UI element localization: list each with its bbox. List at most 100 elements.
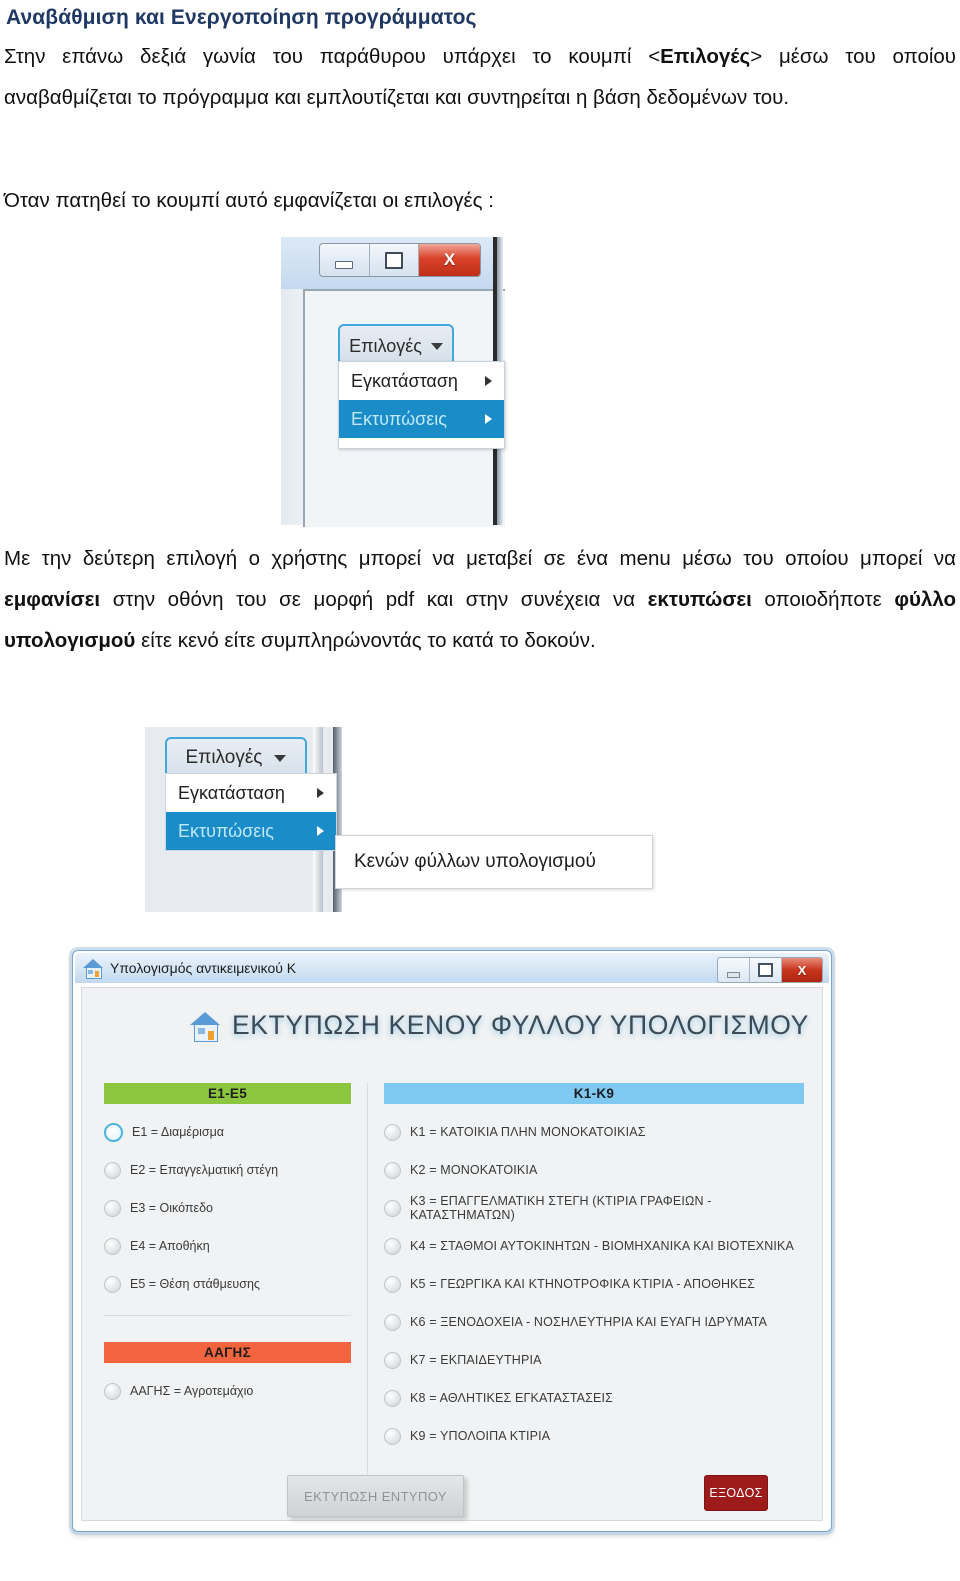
paragraph-3-text-d: είτε κενό είτε συμπληρώνοντάς το κατά το… [135, 629, 596, 652]
screenshot-options-menu: X Επιλογές Εγκατάσταση Εκτυπώσεις [281, 237, 505, 527]
radio-icon[interactable] [104, 1275, 121, 1293]
radio-option-k5[interactable]: Κ5 = ΓΕΩΡΓΙΚΑ ΚΑΙ ΚΤΗΝΟΤΡΟΦΙΚΑ ΚΤΙΡΙΑ - … [384, 1265, 814, 1303]
radio-icon[interactable] [384, 1351, 401, 1369]
menu-item-label: Εκτυπώσεις [351, 408, 447, 429]
page-title: Αναβάθμιση και Ενεργοποίηση προγράμματος [6, 6, 477, 29]
radio-option-e5[interactable]: Ε5 = Θέση στάθμευσης [104, 1265, 359, 1303]
radio-label: Κ6 = ΞΕΝΟΔΟΧΕΙΑ - ΝΟΣΗΛΕΥΤΗΡΙΑ ΚΑΙ ΕΥΑΓΗ… [410, 1315, 768, 1329]
radio-icon[interactable] [384, 1199, 401, 1217]
minimize-icon[interactable] [718, 958, 750, 982]
radio-label: Κ3 = ΕΠΑΓΓΕΛΜΑΤΙΚΗ ΣΤΕΓΗ (ΚΤΙΡΙΑ ΓΡΑΦΕΙΩ… [410, 1194, 712, 1222]
chevron-right-icon [317, 826, 324, 836]
submenu-item-kenon-fyllon[interactable]: Κενών φύλλων υπολογισμού [335, 835, 653, 889]
radio-label: Ε3 = Οικόπεδο [130, 1201, 214, 1215]
left-panel-options: Ε1 = Διαμέρισμα Ε2 = Επαγγελματική στέγη… [104, 1113, 359, 1303]
paragraph-3-text-b: στην οθόνη του σε μορφή pdf και στην συν… [100, 588, 648, 611]
menu-item-label: Εγκατάσταση [178, 782, 285, 803]
radio-label: Κ5 = ΓΕΩΡΓΙΚΑ ΚΑΙ ΚΤΗΝΟΤΡΟΦΙΚΑ ΚΤΙΡΙΑ - … [410, 1277, 755, 1291]
menu-item-label: Εκτυπώσεις [178, 820, 274, 841]
radio-icon[interactable] [384, 1123, 401, 1141]
radio-label: Ε2 = Επαγγελματική στέγη [130, 1163, 279, 1177]
application-window: Υπολογισμός αντικειμενικού Κ X ΕΚΤΥΠΩΣΗ … [72, 950, 832, 1532]
column-divider [367, 1083, 368, 1503]
exit-button[interactable]: ΕΞΟΔΟΣ [704, 1475, 768, 1511]
menu-item-egkatastasi-2[interactable]: Εγκατάσταση [166, 774, 336, 812]
maximize-icon[interactable] [750, 958, 782, 982]
radio-option-e4[interactable]: Ε4 = Αποθήκη [104, 1227, 359, 1265]
radio-icon[interactable] [104, 1237, 121, 1255]
paragraph-1: Στην επάνω δεξιά γωνία του παράθυρου υπά… [4, 36, 956, 118]
menu-item-ektyposeis-2[interactable]: Εκτυπώσεις [166, 812, 336, 850]
chevron-right-icon [485, 414, 492, 424]
house-icon [83, 959, 103, 979]
paragraph-3-bold-2: εκτυπώσει [647, 588, 752, 611]
radio-icon[interactable] [384, 1237, 401, 1255]
radio-option-k6[interactable]: Κ6 = ΞΕΝΟΔΟΧΕΙΑ - ΝΟΣΗΛΕΥΤΗΡΙΑ ΚΑΙ ΕΥΑΓΗ… [384, 1303, 814, 1341]
radio-icon[interactable] [104, 1199, 121, 1217]
paragraph-3: Με την δεύτερη επιλογή ο χρήστης μπορεί … [4, 538, 956, 661]
radio-label: ΑΑΓΗΣ = Αγροτεμάχιο [130, 1384, 254, 1398]
radio-label: Κ7 = ΕΚΠΑΙΔΕΥΤΗΡΙΑ [410, 1353, 542, 1367]
chevron-right-icon [485, 376, 492, 386]
right-panel-options: Κ1 = ΚΑΤΟΙΚΙΑ ΠΛΗΝ ΜΟΝΟΚΑΤΟΙΚΙΑΣ Κ2 = ΜΟ… [384, 1113, 814, 1455]
radio-label: Ε5 = Θέση στάθμευσης [130, 1277, 260, 1291]
menu-item-label: Εγκατάσταση [351, 370, 458, 391]
paragraph-1-bold: Επιλογές [660, 45, 751, 68]
dialog-heading: ΕΚΤΥΠΩΣΗ ΚΕΝΟΥ ΦΥΛΛΟΥ ΥΠΟΛΟΓΙΣΜΟΥ [190, 1010, 809, 1042]
left-panel-divider [104, 1315, 351, 1316]
window-client-area: ΕΚΤΥΠΩΣΗ ΚΕΝΟΥ ΦΥΛΛΟΥ ΥΠΟΛΟΓΙΣΜΟΥ Ε1-Ε5 … [81, 987, 823, 1521]
close-icon[interactable]: X [419, 244, 480, 276]
maximize-icon[interactable] [370, 244, 420, 276]
paragraph-3-text-c: οποιοδήποτε [751, 588, 895, 611]
options-dropdown-menu: Εγκατάσταση Εκτυπώσεις [338, 361, 505, 449]
submenu-item-label: Κενών φύλλων υπολογισμού [354, 851, 596, 872]
radio-option-e2[interactable]: Ε2 = Επαγγελματική στέγη [104, 1151, 359, 1189]
radio-icon[interactable] [384, 1275, 401, 1293]
paragraph-1-text-a: Στην επάνω δεξιά γωνία του παράθυρου υπά… [4, 45, 661, 68]
radio-label: Κ4 = ΣΤΑΘΜΟΙ ΑΥΤΟΚΙΝΗΤΩΝ - ΒΙΟΜΗΧΑΝΙΚΑ Κ… [410, 1239, 794, 1253]
radio-icon[interactable] [104, 1161, 121, 1179]
paragraph-3-text-a: Με την δεύτερη επιλογή ο χρήστης μπορεί … [4, 547, 956, 570]
print-document-button[interactable]: ΕΚΤΥΠΩΣΗ ΕΝΤΥΠΟΥ [287, 1475, 464, 1517]
radio-option-k7[interactable]: Κ7 = ΕΚΠΑΙΔΕΥΤΗΡΙΑ [384, 1341, 814, 1379]
aagis-block: ΑΑΓΗΣ ΑΑΓΗΣ = Αγροτεμάχιο [104, 1342, 359, 1410]
radio-option-k4[interactable]: Κ4 = ΣΤΑΘΜΟΙ ΑΥΤΟΚΙΝΗΤΩΝ - ΒΙΟΜΗΧΑΝΙΚΑ Κ… [384, 1227, 814, 1265]
radio-option-aagis[interactable]: ΑΑΓΗΣ = Αγροτεμάχιο [104, 1372, 359, 1410]
aagis-bar: ΑΑΓΗΣ [104, 1342, 351, 1363]
radio-option-k1[interactable]: Κ1 = ΚΑΤΟΙΚΙΑ ΠΛΗΝ ΜΟΝΟΚΑΤΟΙΚΙΑΣ [384, 1113, 814, 1151]
radio-option-k2[interactable]: Κ2 = ΜΟΝΟΚΑΤΟΙΚΙΑ [384, 1151, 814, 1189]
radio-option-k8[interactable]: Κ8 = ΑΘΛΗΤΙΚΕΣ ΕΓΚΑΤΑΣΤΑΣΕΙΣ [384, 1379, 814, 1417]
radio-icon[interactable] [384, 1313, 401, 1331]
radio-icon[interactable] [104, 1122, 123, 1142]
radio-icon[interactable] [384, 1389, 401, 1407]
minimize-icon[interactable] [320, 244, 370, 276]
left-panel-bar: Ε1-Ε5 [104, 1083, 351, 1104]
aagis-options: ΑΑΓΗΣ = Αγροτεμάχιο [104, 1372, 359, 1410]
window-title: Υπολογισμός αντικειμενικού Κ [110, 960, 297, 976]
chevron-right-icon [317, 788, 324, 798]
radio-label: Ε4 = Αποθήκη [130, 1239, 210, 1253]
menu-item-ektyposeis[interactable]: Εκτυπώσεις [339, 400, 504, 438]
options-button-2-label: Επιλογές [185, 747, 263, 768]
window-controls: X [717, 957, 823, 983]
radio-icon[interactable] [384, 1161, 401, 1179]
dialog-heading-text: ΕΚΤΥΠΩΣΗ ΚΕΝΟΥ ΦΥΛΛΟΥ ΥΠΟΛΟΓΙΣΜΟΥ [232, 1010, 809, 1040]
radio-icon[interactable] [104, 1382, 121, 1400]
close-icon[interactable]: X [782, 958, 822, 982]
radio-option-k3[interactable]: Κ3 = ΕΠΑΓΓΕΛΜΑΤΙΚΗ ΣΤΕΓΗ (ΚΤΙΡΙΑ ΓΡΑΦΕΙΩ… [384, 1189, 814, 1227]
menu-item-egkatastasi[interactable]: Εγκατάσταση [339, 362, 504, 400]
radio-option-e3[interactable]: Ε3 = Οικόπεδο [104, 1189, 359, 1227]
paragraph-2: Όταν πατηθεί το κουμπί αυτό εμφανίζεται … [4, 180, 956, 221]
window-titlebar: Υπολογισμός αντικειμενικού Κ X [75, 953, 829, 983]
paragraph-3-bold-1: εμφανίσει [4, 588, 101, 611]
chevron-down-icon [430, 343, 443, 350]
right-panel-bar: Κ1-Κ9 [384, 1083, 804, 1104]
radio-label: Κ9 = ΥΠΟΛΟΙΠΑ ΚΤΙΡΙΑ [410, 1429, 551, 1443]
radio-option-e1[interactable]: Ε1 = Διαμέρισμα [104, 1113, 359, 1151]
chevron-down-icon [274, 754, 287, 762]
radio-option-k9[interactable]: Κ9 = ΥΠΟΛΟΙΠΑ ΚΤΙΡΙΑ [384, 1417, 814, 1455]
radio-label: Ε1 = Διαμέρισμα [132, 1125, 225, 1139]
radio-label: Κ8 = ΑΘΛΗΤΙΚΕΣ ΕΓΚΑΤΑΣΤΑΣΕΙΣ [410, 1391, 614, 1405]
radio-icon[interactable] [384, 1427, 401, 1445]
menu-bottom-edge [339, 438, 504, 448]
